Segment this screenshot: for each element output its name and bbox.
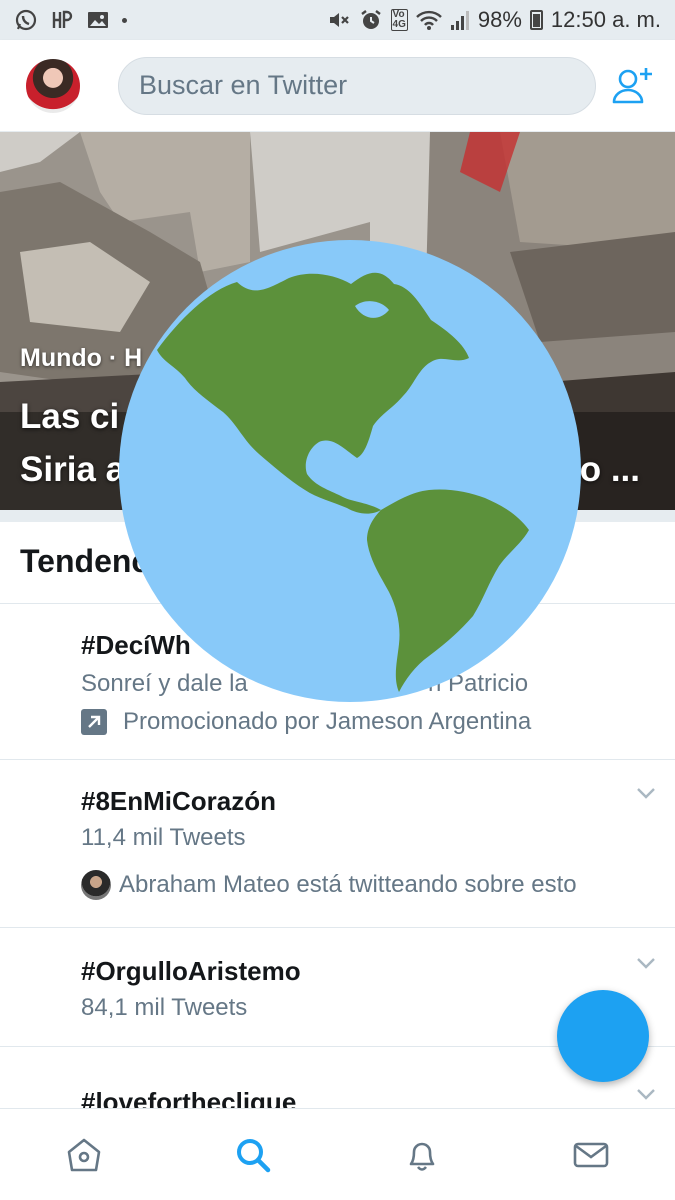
- context-avatar: [81, 870, 111, 900]
- volte-icon: Vo 4G: [390, 9, 408, 31]
- tab-home[interactable]: [54, 1125, 114, 1185]
- add-user-icon: [612, 67, 652, 103]
- search-icon: [237, 1138, 271, 1172]
- wifi-icon: [416, 10, 442, 30]
- status-bar: Vo 4G 98% 12:50 a. m.: [0, 0, 675, 40]
- trend-item[interactable]: #8EnMiCorazón 11,4 mil Tweets Abraham Ma…: [0, 760, 675, 927]
- promoted-row: Promocionado por Jameson Argentina: [81, 708, 531, 736]
- battery-percent: 98%: [477, 7, 522, 32]
- globe-icon: [119, 240, 581, 702]
- bottom-tab-bar: [0, 1108, 675, 1200]
- notifications-icon: [409, 1142, 435, 1171]
- trend-tweet-count: 11,4 mil Tweets: [81, 824, 246, 851]
- profile-avatar[interactable]: [26, 58, 80, 113]
- trend-context: Abraham Mateo está twitteando sobre esto: [119, 871, 577, 898]
- home-icon: [68, 1138, 101, 1171]
- trend-name: #8EnMiCorazón: [81, 786, 277, 816]
- hero-headline-line2-left: Siria a: [20, 450, 126, 489]
- tab-search[interactable]: [223, 1125, 283, 1185]
- promoted-icon: [81, 709, 107, 735]
- compose-tweet-button[interactable]: [557, 990, 649, 1082]
- tab-notifications[interactable]: [392, 1125, 452, 1185]
- promoted-label: Promocionado por Jameson Argentina: [123, 708, 532, 735]
- trend-name: #lovefortheclique: [81, 1087, 297, 1108]
- alarm-icon: [360, 10, 381, 29]
- trend-options-button[interactable]: [635, 952, 657, 974]
- more-notifications-dot: [122, 17, 127, 23]
- mute-icon: [329, 13, 349, 27]
- status-bar-right: Vo 4G 98% 12:50 a. m.: [327, 7, 661, 33]
- trend-name: #OrgulloAristemo: [81, 956, 301, 986]
- app-notification-icon: [52, 10, 73, 28]
- top-header: Buscar en Twitter: [0, 40, 675, 132]
- whatsapp-icon: [15, 9, 37, 31]
- trend-options-button[interactable]: [635, 782, 657, 804]
- chevron-down-icon: [637, 788, 655, 799]
- status-bar-left: [14, 8, 127, 32]
- chevron-down-icon: [637, 1089, 655, 1100]
- signal-icon: [450, 11, 469, 30]
- trend-options-button[interactable]: [635, 1083, 657, 1105]
- chevron-down-icon: [637, 958, 655, 969]
- messages-icon: [573, 1142, 608, 1167]
- tab-messages[interactable]: [561, 1125, 621, 1185]
- search-placeholder: Buscar en Twitter: [139, 70, 348, 100]
- battery-icon: [529, 10, 543, 30]
- add-user-button[interactable]: [609, 62, 657, 110]
- hero-headline-line2-right: o ...: [579, 450, 640, 489]
- clock: 12:50 a. m.: [550, 7, 661, 32]
- search-input[interactable]: Buscar en Twitter: [118, 56, 596, 115]
- trend-context-row: Abraham Mateo está twitteando sobre esto: [81, 870, 577, 900]
- gallery-icon: [88, 12, 108, 28]
- trend-tweet-count: 84,1 mil Tweets: [81, 994, 248, 1021]
